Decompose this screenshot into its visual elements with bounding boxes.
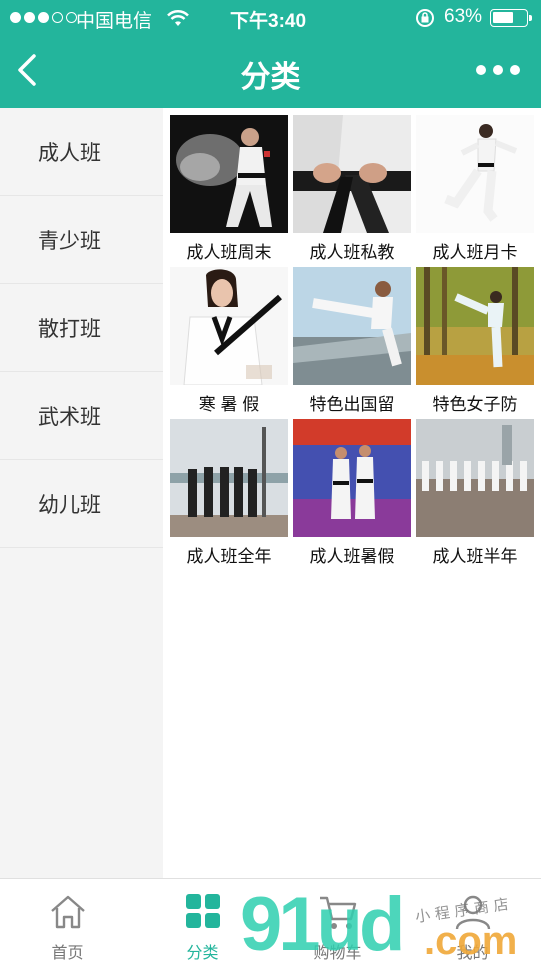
sidebar-item-label: 散打班 [38,317,101,341]
grid-item[interactable]: 成人班暑假 [293,412,411,566]
tab-category[interactable]: 分类 [135,879,270,960]
tab-label: 我的 [456,945,489,960]
grid-item-label: 成人班全年 [186,547,272,566]
signal-dots-icon [10,12,77,23]
tab-label: 分类 [186,945,219,960]
grid-item-label: 成人班半年 [432,547,518,566]
group-lakeside-photo [170,419,288,537]
battery-percent: 63% [444,6,483,27]
sidebar-item-kids[interactable]: 幼儿班 [0,460,163,548]
grid-item[interactable]: 成人班全年 [170,412,288,566]
sidebar-item-wushu[interactable]: 武术班 [0,372,163,460]
grid-item[interactable]: 寒 暑 假 [170,260,288,414]
grid-item[interactable]: 成人班周末 [170,108,288,262]
home-icon [48,893,88,936]
bottom-tab-bar: 首页 分类 购物车 我的 [0,878,541,960]
cart-icon [318,893,358,936]
team-line-kick-photo [416,419,534,537]
tab-home[interactable]: 首页 [0,879,135,960]
wifi-icon [166,8,190,34]
sidebar-item-label: 武术班 [38,405,101,429]
grid-item[interactable]: 成人班月卡 [416,108,534,262]
rotation-lock-icon [414,8,436,34]
grid-item[interactable]: 特色出国留 [293,260,411,414]
clock-label: 下午3:40 [230,11,307,32]
more-dots-icon [476,65,486,75]
user-icon [453,893,493,936]
tab-cart[interactable]: 购物车 [270,879,405,960]
tab-mine[interactable]: 我的 [405,879,540,960]
top-header: 中国电信 下午3:40 63% 分类 [0,0,541,108]
category-sidebar: 成人班 青少班 散打班 武术班 幼儿班 [0,108,163,878]
grid-item-label: 成人班暑假 [309,547,395,566]
status-bar: 中国电信 下午3:40 63% [0,0,541,36]
tab-label: 购物车 [313,945,362,960]
category-grid-icon [185,893,221,934]
sidebar-item-sanda[interactable]: 散打班 [0,284,163,372]
grid-item[interactable]: 成人班私教 [293,108,411,262]
more-button[interactable] [476,58,524,82]
black-belt-closeup-photo [293,115,411,233]
woman-forest-kick-photo [416,267,534,385]
woman-kick-powder-photo [170,115,288,233]
woman-nunchaku-photo [170,267,288,385]
carrier-label: 中国电信 [76,11,153,32]
sidebar-item-adult[interactable]: 成人班 [0,108,163,196]
two-athletes-stage-photo [293,419,411,537]
battery-icon [490,9,532,27]
sidebar-item-youth[interactable]: 青少班 [0,196,163,284]
sidebar-item-label: 幼儿班 [38,493,101,517]
sidebar-item-label: 成人班 [38,141,101,165]
grid-item[interactable]: 特色女子防 [416,260,534,414]
man-flying-kick-photo [293,267,411,385]
grid-item[interactable]: 成人班半年 [416,412,534,566]
girl-jump-kick-photo [416,115,534,233]
sidebar-item-label: 青少班 [38,229,101,253]
page-title: 分类 [240,61,301,94]
tab-label: 首页 [51,945,84,960]
